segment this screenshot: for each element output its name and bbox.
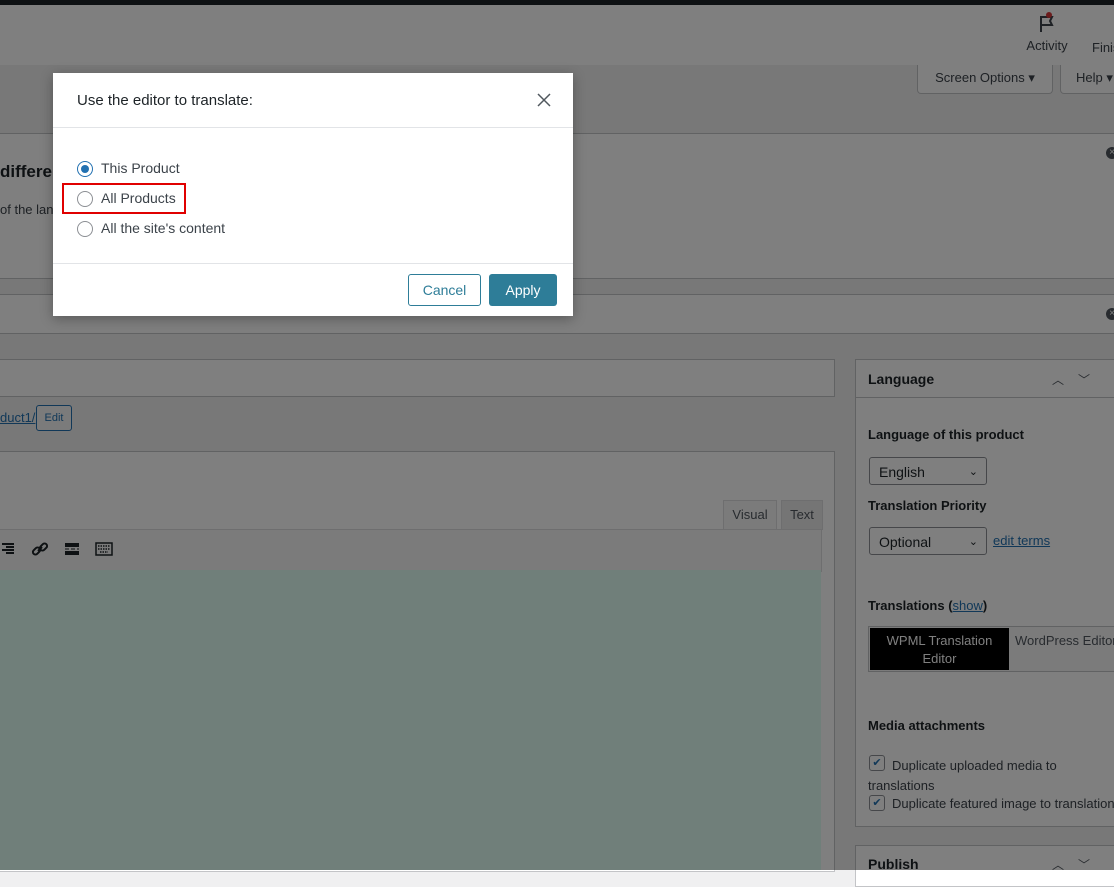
close-icon[interactable] <box>537 90 555 108</box>
apply-button[interactable]: Apply <box>489 274 557 306</box>
option-label: This Product <box>101 160 180 176</box>
dialog-title: Use the editor to translate: <box>77 92 253 109</box>
translate-dialog: Use the editor to translate: This Produc… <box>53 73 573 316</box>
radio-button[interactable] <box>77 221 93 237</box>
option-this-product[interactable]: This Product <box>77 159 377 179</box>
cancel-button[interactable]: Cancel <box>408 274 481 306</box>
option-all-site-content[interactable]: All the site's content <box>77 219 377 239</box>
radio-button[interactable] <box>77 161 93 177</box>
highlight-box <box>62 183 186 214</box>
option-label: All the site's content <box>101 220 226 236</box>
